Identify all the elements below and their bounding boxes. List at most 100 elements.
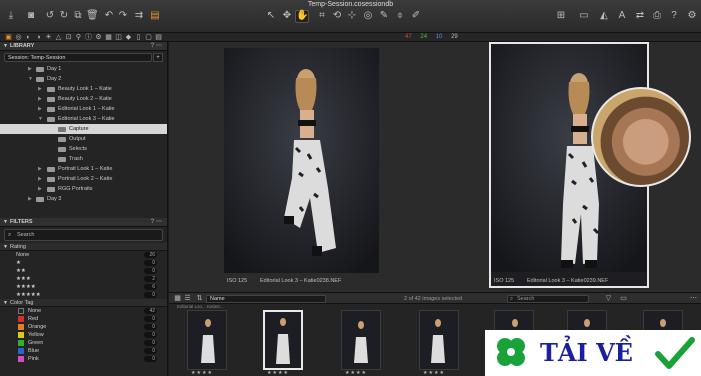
process-icon[interactable]: ⇉: [133, 10, 145, 22]
library-header[interactable]: ▼ LIBRARY ? ⋯: [0, 42, 167, 51]
crop-icon[interactable]: ⌗: [316, 10, 328, 22]
expand-arrow-icon[interactable]: ▶: [38, 164, 42, 174]
keystone-icon[interactable]: ⊹: [346, 10, 358, 22]
help-icon[interactable]: ?: [668, 10, 680, 22]
settings-gear-icon[interactable]: ⚙: [686, 10, 698, 22]
thumb-rating[interactable]: ★★★★: [423, 370, 445, 376]
tree-item-capture[interactable]: Capture: [0, 124, 167, 134]
import-icon[interactable]: ⤓: [5, 10, 17, 22]
color-tag-header[interactable]: ▼ Color Tag: [0, 299, 167, 307]
tree-item-editorial-look-1[interactable]: ▶ Editorial Look 1 – Katie: [0, 104, 167, 114]
color-tag-row[interactable]: Pink 0: [0, 355, 167, 363]
text-icon[interactable]: A: [616, 10, 628, 22]
color-tag-row[interactable]: Orange 0: [0, 323, 167, 331]
metadata-tab-icon[interactable]: ⓘ: [84, 33, 93, 42]
quick-tab-icon[interactable]: ▢: [144, 33, 153, 42]
session-select[interactable]: Session: Temp-Session: [4, 53, 152, 62]
expand-arrow-icon[interactable]: ▶: [38, 84, 42, 94]
list-view-icon[interactable]: ☰: [183, 294, 192, 303]
viewer-image-left[interactable]: ISO 125 Editorial Look 3 – Katie0238.NEF: [224, 48, 379, 284]
panel-options-icon[interactable]: ? ⋯: [151, 42, 162, 51]
rating-row[interactable]: ★★★★ 6: [0, 283, 167, 291]
rating-row[interactable]: ★★★★★ 0: [0, 291, 167, 299]
tree-item-portrait-look-2[interactable]: ▶ Portrait Look 2 – Katie: [0, 174, 167, 184]
exposure-warning-icon[interactable]: ◭: [598, 10, 610, 22]
color-tag-row[interactable]: Yellow 0: [0, 331, 167, 339]
tree-item-output[interactable]: Output: [0, 134, 167, 144]
color-tag-row[interactable]: Blue 0: [0, 347, 167, 355]
sort-direction-icon[interactable]: ⇅: [195, 294, 204, 303]
tree-item-rgg-portraits[interactable]: ▶ RGG Portraits: [0, 184, 167, 194]
thumbnail[interactable]: [419, 310, 459, 370]
expand-arrow-icon[interactable]: ▶: [38, 174, 42, 184]
tethered-tab-icon[interactable]: ▯: [134, 33, 143, 42]
layers-tab-icon[interactable]: ◫: [114, 33, 123, 42]
expand-arrow-icon[interactable]: ▶: [28, 64, 32, 74]
tree-item-day-3[interactable]: ▶ Day 3: [0, 194, 167, 204]
expand-arrow-icon[interactable]: ▼: [38, 114, 43, 124]
expand-arrow-icon[interactable]: ▼: [28, 74, 33, 84]
tree-item-day-1[interactable]: ▶ Day 1: [0, 64, 167, 74]
capture-tab-icon[interactable]: ◎: [14, 33, 23, 42]
browser-search-input[interactable]: ⌕ Search: [507, 295, 589, 303]
rotate-icon[interactable]: ↻: [58, 10, 70, 22]
tree-item-beauty-look-1[interactable]: ▶ Beauty Look 1 – Katie: [0, 84, 167, 94]
print-icon[interactable]: ⎙: [651, 10, 663, 22]
styles-tab-icon[interactable]: ◆: [124, 33, 133, 42]
tree-item-editorial-look-3[interactable]: ▼ Editorial Look 3 – Katie: [0, 114, 167, 124]
expand-arrow-icon[interactable]: ▶: [38, 94, 42, 104]
add-collection-button[interactable]: +: [153, 53, 163, 62]
color-tag-row[interactable]: Red 0: [0, 315, 167, 323]
redo-icon[interactable]: ↷: [117, 10, 129, 22]
thumb-rating[interactable]: ★★★★: [345, 370, 367, 376]
rating-row[interactable]: ★★★ 2: [0, 275, 167, 283]
capture-camera-icon[interactable]: ◙: [25, 10, 37, 22]
loupe-icon[interactable]: ✋: [296, 10, 308, 22]
expand-arrow-icon[interactable]: ▶: [38, 184, 42, 194]
tree-item-trash[interactable]: Trash: [0, 154, 167, 164]
panel-options-icon[interactable]: ? ⋯: [151, 218, 162, 227]
thumbnail-size-icon[interactable]: ▭: [619, 294, 628, 303]
output-tab-icon[interactable]: ⚙: [94, 33, 103, 42]
color-tag-row[interactable]: None 42: [0, 307, 167, 315]
thumbnail[interactable]: [341, 310, 381, 370]
exposure-tab-icon[interactable]: ☀: [44, 33, 53, 42]
rating-row[interactable]: None 26: [0, 251, 167, 259]
viewer-image-right[interactable]: ISO 125 Editorial Look 3 – Katie0239.NEF: [489, 42, 691, 288]
color-tag-row[interactable]: Green 0: [0, 339, 167, 347]
proof-icon[interactable]: ⇄: [634, 10, 646, 22]
custom-tab-icon[interactable]: ▤: [154, 33, 163, 42]
tree-item-beauty-look-2[interactable]: ▶ Beauty Look 2 – Katie: [0, 94, 167, 104]
details-tab-icon[interactable]: △: [54, 33, 63, 42]
browser-options-icon[interactable]: ⋯: [689, 294, 698, 303]
brush-icon[interactable]: ✎: [378, 10, 390, 22]
filter-icon[interactable]: ▽: [604, 294, 613, 303]
tree-item-selects[interactable]: Selects: [0, 144, 167, 154]
delete-icon[interactable]: 🗑: [86, 10, 99, 22]
annotate-icon[interactable]: ✐: [410, 10, 422, 22]
expand-arrow-icon[interactable]: ▶: [38, 104, 42, 114]
lens-tab-icon[interactable]: ◐: [24, 33, 33, 42]
output-stack-icon[interactable]: ▤: [149, 10, 161, 22]
eyedropper-icon[interactable]: ⌽: [394, 10, 406, 22]
tree-item-portrait-look-1[interactable]: ▶ Portrait Look 1 – Katie: [0, 164, 167, 174]
composition-tab-icon[interactable]: ⊡: [64, 33, 73, 42]
reset-icon[interactable]: ↺: [44, 10, 56, 22]
expand-arrow-icon[interactable]: ▶: [28, 194, 32, 204]
rating-row[interactable]: ★★ 0: [0, 267, 167, 275]
spot-removal-icon[interactable]: ◎: [362, 10, 374, 22]
thumb-rating[interactable]: ★★★★: [191, 370, 213, 376]
grid-view-icon[interactable]: ▦: [173, 294, 182, 303]
thumbnail[interactable]: [187, 310, 227, 370]
adjustments-tab-icon[interactable]: ⚲: [74, 33, 83, 42]
grid-icon[interactable]: ⊞: [555, 10, 567, 22]
thumb-rating[interactable]: ★★★★: [267, 370, 289, 376]
tree-item-day-2[interactable]: ▼ Day 2: [0, 74, 167, 84]
library-tab-icon[interactable]: ▣: [4, 33, 13, 42]
viewer-icon[interactable]: ▭: [578, 10, 590, 22]
filters-header[interactable]: ▼ FILTERS ? ⋯: [0, 218, 167, 227]
select-cursor-icon[interactable]: ↖: [265, 10, 277, 22]
color-tab-icon[interactable]: ◑: [34, 33, 43, 42]
undo-icon[interactable]: ↶: [103, 10, 115, 22]
copy-icon[interactable]: ⧉: [72, 10, 84, 22]
